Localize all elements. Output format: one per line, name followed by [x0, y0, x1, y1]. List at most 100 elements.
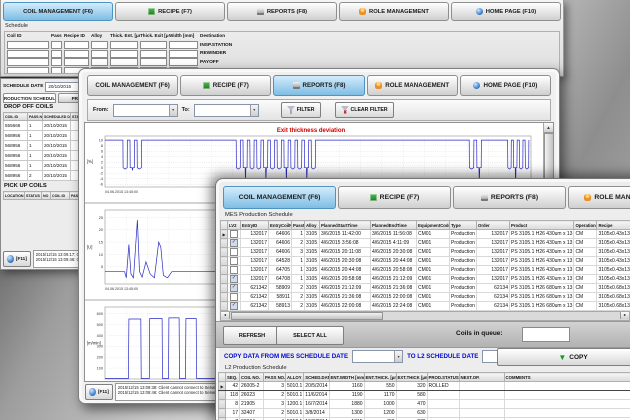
schedule-input[interactable]	[110, 50, 138, 58]
column-header[interactable]: COMMENTS	[504, 373, 630, 382]
column-header[interactable]: LV2	[228, 221, 241, 230]
schedule-input[interactable]	[91, 58, 108, 66]
tab-coil-management-f6[interactable]: COIL MANAGEMENT (F6)	[223, 186, 336, 209]
tab-reports-f8[interactable]: REPORTS (F8)	[227, 2, 337, 21]
horizontal-scrollbar[interactable]	[220, 311, 630, 321]
column-header[interactable]: NO	[42, 192, 51, 200]
tab-home-page-f10[interactable]: HOME PAGE (F10)	[460, 75, 551, 96]
copy-button[interactable]: COPY	[497, 348, 630, 366]
tab-recipe-f7[interactable]: RECIPE (F7)	[338, 186, 451, 209]
tab-reports-f8[interactable]: REPORTS (F8)	[453, 186, 566, 209]
table-row[interactable]: 13201764705131054/6/2015 20:44:084/6/201…	[221, 266, 630, 275]
schedule-input[interactable]	[91, 41, 108, 49]
schedule-input[interactable]	[91, 50, 108, 58]
schedule-input[interactable]	[7, 50, 49, 58]
column-header[interactable]: ALLOY	[286, 373, 304, 382]
table-row[interactable]: 173240725010.13/8/201413001200630	[219, 409, 630, 418]
schedule-input[interactable]	[51, 58, 62, 66]
schedule-input[interactable]	[169, 58, 198, 66]
tab-role-management[interactable]: ROLE MANAGEMENT	[367, 75, 458, 96]
tab-coil-management-f6[interactable]: COIL MANAGEMENT (F6)	[87, 75, 178, 96]
column-header[interactable]: PASS NO.	[264, 373, 286, 382]
table-row[interactable]: 13201764606231054/6/2015 3:56:084/6/2015…	[221, 239, 630, 248]
schedule-input[interactable]	[110, 41, 138, 49]
column-header[interactable]: OperationCode	[574, 221, 597, 230]
table-row[interactable]: ▶4226005-235010.120/5/20141160550320ROLL…	[219, 382, 630, 391]
schedule-input[interactable]	[7, 41, 49, 49]
column-header[interactable]: COIL ID	[4, 113, 28, 121]
column-header[interactable]: EXT.THICK [μm]	[396, 373, 427, 382]
column-header[interactable]	[221, 221, 228, 230]
table-row[interactable]: 13201764606331054/6/2015 20:11:084/6/201…	[221, 248, 630, 257]
column-header[interactable]: EntryID	[241, 221, 269, 230]
filter-button[interactable]: FILTER	[281, 102, 321, 118]
tab-recipe-f7[interactable]: RECIPE (F7)	[180, 75, 271, 96]
column-header[interactable]: PROD.STATUS	[427, 373, 459, 382]
table-row[interactable]: 568956120/10/2015	[4, 131, 88, 141]
table-row[interactable]: 62134258909231054/6/2015 21:12:094/6/201…	[221, 284, 630, 293]
column-header[interactable]: PlannedEndTime	[371, 221, 417, 230]
row-marker[interactable]: ▶	[221, 230, 228, 239]
lv2-checkbox[interactable]	[230, 257, 238, 265]
schedule-input[interactable]	[7, 58, 49, 66]
schedule-input[interactable]	[51, 50, 62, 58]
column-header[interactable]: Recipe	[597, 221, 630, 230]
row-marker[interactable]	[221, 266, 228, 275]
row-marker[interactable]	[221, 293, 228, 302]
table-row[interactable]: 555666120/10/2015	[4, 121, 88, 131]
column-header[interactable]: ENT.WIDTH [mm]	[329, 373, 364, 382]
tab-home-page-f10[interactable]: HOME PAGE (F10)	[451, 2, 561, 21]
lv2-checkbox[interactable]	[230, 248, 238, 256]
row-marker[interactable]	[219, 391, 226, 400]
row-marker[interactable]: ▶	[219, 382, 226, 391]
schedule-input[interactable]	[51, 41, 62, 49]
from-date-select[interactable]	[113, 104, 178, 117]
table-row[interactable]: 568956120/10/2015	[4, 151, 88, 161]
row-marker[interactable]	[221, 284, 228, 293]
row-marker[interactable]	[221, 248, 228, 257]
column-header[interactable]: ENT.THICK. [μm]	[364, 373, 396, 382]
column-header[interactable]: EntryCoilNo	[269, 221, 292, 230]
column-header[interactable]	[219, 373, 226, 382]
row-marker[interactable]	[221, 302, 228, 311]
schedule-input[interactable]	[64, 41, 89, 49]
schedule-input[interactable]	[64, 50, 89, 58]
to-date-select[interactable]	[194, 104, 259, 117]
schedule-input[interactable]	[140, 41, 167, 49]
row-marker[interactable]	[221, 239, 228, 248]
row-marker[interactable]	[219, 400, 226, 409]
schedule-input[interactable]	[169, 50, 198, 58]
tab-reports-f8[interactable]: REPORTS (F8)	[273, 75, 364, 96]
tab-role-management[interactable]: ROLE MANAGEMENT	[568, 186, 630, 209]
column-header[interactable]: PlannedStartTime	[320, 221, 371, 230]
row-marker[interactable]	[221, 257, 228, 266]
lv2-checkbox[interactable]	[230, 230, 238, 238]
table-row[interactable]: 62134258913231054/6/2015 22:00:084/6/201…	[221, 302, 630, 311]
column-header[interactable]: COIL NO.	[240, 373, 264, 382]
tab-recipe-f7[interactable]: RECIPE (F7)	[115, 2, 225, 21]
column-header[interactable]: LOCATION	[4, 192, 25, 200]
column-header[interactable]: EquipmentCode	[417, 221, 450, 230]
column-header[interactable]: Alloy	[305, 221, 320, 230]
column-header[interactable]: SCHEDULED DATE	[43, 113, 71, 121]
schedule-input[interactable]	[110, 58, 138, 66]
column-header[interactable]: PassNo	[292, 221, 305, 230]
select-all-button[interactable]: SELECT ALL	[276, 326, 344, 345]
tab-production-schedule[interactable]: PRODUCTION SCHEDULE	[3, 93, 56, 103]
tab-role-management[interactable]: ROLE MANAGEMENT	[339, 2, 449, 21]
f11-button[interactable]: [F11]	[85, 384, 113, 400]
f11-button[interactable]: [F11]	[3, 251, 31, 267]
column-header[interactable]: SEQ.	[226, 373, 240, 382]
schedule-input[interactable]	[140, 50, 167, 58]
table-row[interactable]: 82190531200.116/7/201418801000470	[219, 400, 630, 409]
row-marker[interactable]	[221, 275, 228, 284]
lv2-checkbox[interactable]	[230, 293, 238, 301]
tab-coil-management-f6[interactable]: COIL MANAGEMENT (F6)	[3, 2, 113, 21]
table-row[interactable]: 1182602325010.111/6/201411901170580	[219, 391, 630, 400]
table-row[interactable]: 62134258911231054/6/2015 21:36:084/6/201…	[221, 293, 630, 302]
column-header[interactable]: COIL ID	[51, 192, 70, 200]
schedule-input[interactable]	[51, 67, 62, 74]
column-header[interactable]: Order	[477, 221, 510, 230]
refresh-button[interactable]: REFRESH	[223, 326, 281, 345]
column-header[interactable]: SCHED.DATE	[304, 373, 329, 382]
